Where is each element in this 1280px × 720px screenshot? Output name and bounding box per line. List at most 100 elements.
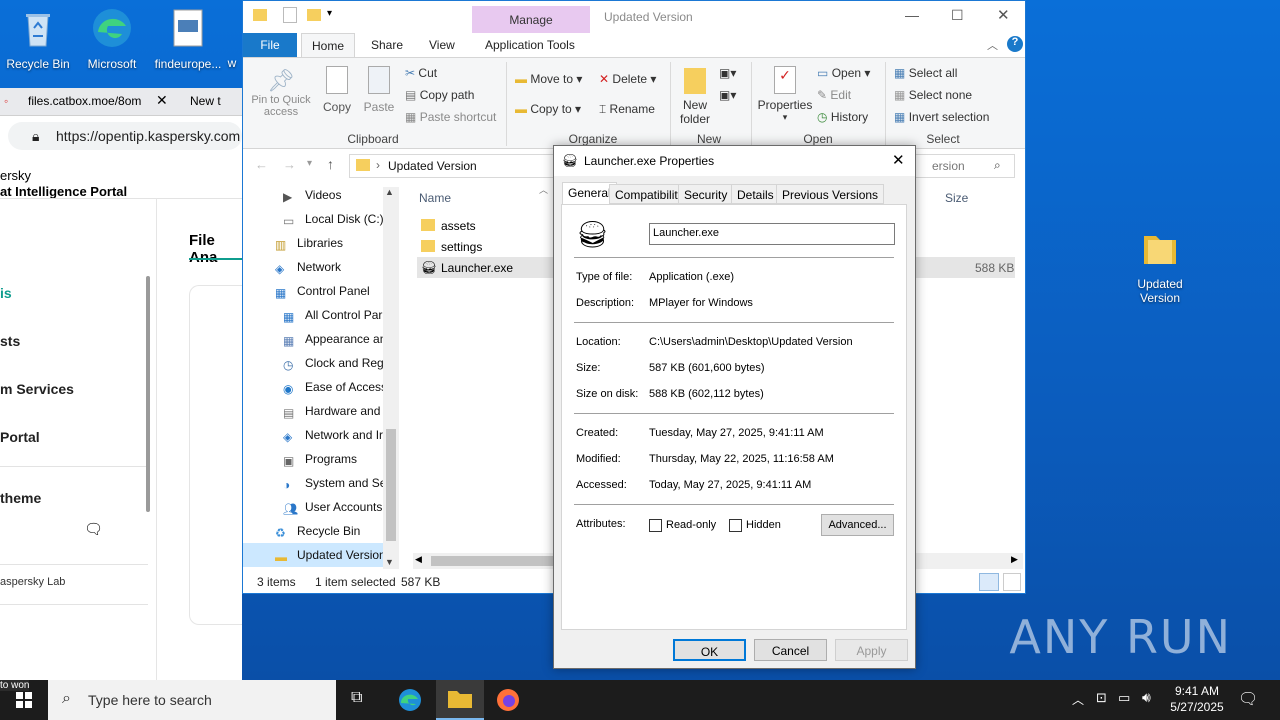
readonly-checkbox[interactable] bbox=[649, 519, 662, 532]
customize-quick-access-icon[interactable]: ▾ bbox=[327, 8, 332, 19]
nav-item[interactable]: ▦ All Control Par bbox=[243, 303, 383, 327]
scroll-thumb[interactable] bbox=[386, 429, 396, 541]
edit-button[interactable]: ✎ Edit bbox=[817, 88, 851, 102]
file-row[interactable]: settings bbox=[417, 236, 553, 257]
tab-view[interactable]: View bbox=[419, 33, 465, 57]
rename-button[interactable]: ⌶ Rename bbox=[599, 102, 655, 117]
pin-to-quick-access-button[interactable]: 📌︎ Pin to Quick access bbox=[251, 68, 311, 118]
paste-shortcut-button[interactable]: ▦ Paste shortcut bbox=[405, 110, 496, 124]
large-icons-view-icon[interactable] bbox=[1003, 573, 1021, 591]
clock[interactable]: 9:41 AM 5/27/2025 bbox=[1166, 684, 1228, 714]
tab-application-tools[interactable]: Application Tools bbox=[475, 33, 585, 57]
browser-tab-2[interactable]: New t bbox=[190, 94, 221, 108]
nav-item[interactable]: ▦ Appearance an bbox=[243, 327, 386, 351]
select-none-button[interactable]: ▦ Select none bbox=[894, 88, 972, 102]
invert-selection-button[interactable]: ▦ Invert selection bbox=[894, 110, 989, 124]
scroll-right-icon[interactable]: ▶ bbox=[1011, 554, 1018, 565]
copy-path-button[interactable]: ▤ Copy path bbox=[405, 88, 474, 102]
scroll-up-icon[interactable]: ▲ bbox=[385, 187, 394, 197]
network-icon[interactable]: ⊡ bbox=[1096, 690, 1107, 706]
column-header-name[interactable]: Name bbox=[419, 191, 451, 205]
nav-item[interactable]: ▣ Programs bbox=[243, 447, 383, 471]
tab-share[interactable]: Share bbox=[361, 33, 413, 57]
close-tab-icon[interactable]: ✕ bbox=[156, 92, 168, 109]
apply-button[interactable]: Apply bbox=[835, 639, 908, 661]
hidden-checkbox[interactable] bbox=[729, 519, 742, 532]
address-bar[interactable]: › Updated Version bbox=[349, 154, 559, 178]
delete-button[interactable]: ✕ Delete ▾ bbox=[599, 72, 656, 86]
nav-item[interactable]: ▭ Local Disk (C:) bbox=[243, 207, 384, 231]
taskbar-firefox[interactable] bbox=[484, 680, 532, 720]
ok-button[interactable]: OK bbox=[673, 639, 746, 661]
copy-button[interactable]: Copy bbox=[321, 66, 353, 114]
tab-security[interactable]: Security bbox=[678, 184, 734, 204]
show-hidden-icons[interactable]: ︿ bbox=[1072, 691, 1084, 708]
select-all-button[interactable]: ▦ Select all bbox=[894, 66, 957, 80]
nav-item[interactable]: 👥︎ User Accounts bbox=[243, 495, 383, 519]
open-button[interactable]: ▭ Open ▾ bbox=[817, 66, 870, 80]
tab-home[interactable]: Home bbox=[301, 33, 356, 57]
move-to-button[interactable]: ▬ Move to ▾ bbox=[515, 72, 582, 86]
nav-item[interactable]: ◑ System and Sec bbox=[243, 471, 392, 495]
nav-item[interactable]: ▶ Videos bbox=[243, 183, 383, 207]
cancel-button[interactable]: Cancel bbox=[754, 639, 827, 661]
properties-quick-icon[interactable] bbox=[283, 7, 297, 23]
browser-address-bar[interactable]: 🔒︎ https://opentip.kaspersky.com bbox=[8, 122, 242, 150]
monitor-icon[interactable]: ▭ bbox=[1118, 690, 1130, 706]
nav-item[interactable]: ▬ Updated Version bbox=[243, 543, 386, 567]
browser-tab-1[interactable]: files.catbox.moe/8om bbox=[28, 94, 141, 108]
desktop-icon-partial[interactable]: w bbox=[222, 56, 242, 70]
volume-icon[interactable]: 🔊︎ bbox=[1142, 689, 1151, 706]
chat-icon[interactable]: 🗨︎ bbox=[84, 520, 103, 538]
cut-button[interactable]: ✂ Cut bbox=[405, 66, 437, 80]
up-arrow-icon[interactable]: ↑ bbox=[327, 156, 334, 172]
desktop-icon-file[interactable]: findeurope... bbox=[150, 6, 226, 71]
close-button[interactable]: ✕ bbox=[997, 6, 1010, 24]
start-button[interactable] bbox=[0, 680, 48, 720]
tab-file[interactable]: File bbox=[243, 33, 297, 57]
recent-locations-icon[interactable]: ▾ bbox=[307, 158, 312, 169]
taskbar-explorer[interactable] bbox=[436, 680, 484, 720]
advanced-button[interactable]: Advanced... bbox=[821, 514, 894, 536]
desktop-icon-recycle-bin[interactable]: Recycle Bin bbox=[0, 6, 76, 71]
tab-details[interactable]: Details bbox=[731, 184, 780, 204]
new-folder-button[interactable]: New folder bbox=[679, 68, 711, 126]
history-button[interactable]: ◷ History bbox=[817, 110, 868, 124]
copy-to-button[interactable]: ▬ Copy to ▾ bbox=[515, 102, 581, 116]
nav-item[interactable]: ▥ Libraries bbox=[243, 231, 383, 255]
side-nav-item[interactable]: is bbox=[0, 285, 12, 301]
nav-item[interactable]: ◈ Network bbox=[243, 255, 383, 279]
taskbar-search[interactable]: ⌕ Type here to search bbox=[48, 680, 336, 720]
minimize-button[interactable]: — bbox=[905, 7, 919, 23]
side-nav-item[interactable]: Portal bbox=[0, 429, 40, 445]
file-row[interactable]: assets bbox=[417, 215, 553, 236]
help-icon[interactable]: ? bbox=[1007, 36, 1023, 52]
details-view-icon[interactable] bbox=[979, 573, 999, 591]
filename-input[interactable]: Launcher.exe bbox=[649, 223, 895, 245]
desktop-icon-updated-version[interactable]: Updated Version bbox=[1122, 226, 1198, 305]
nav-item[interactable]: ◉ Ease of Access bbox=[243, 375, 387, 399]
tab-manage[interactable]: Manage bbox=[472, 6, 590, 33]
nav-item[interactable]: ▤ Hardware and bbox=[243, 399, 383, 423]
new-folder-quick-icon[interactable] bbox=[307, 9, 321, 21]
easy-access-button[interactable]: ▣▾ bbox=[719, 88, 736, 102]
tab-previous-versions[interactable]: Previous Versions bbox=[776, 184, 885, 204]
new-item-button[interactable]: ▣▾ bbox=[719, 66, 736, 80]
paste-button[interactable]: Paste bbox=[363, 66, 395, 114]
close-button[interactable]: ✕ bbox=[892, 151, 905, 169]
column-header-size[interactable]: Size bbox=[945, 191, 968, 205]
task-view-button[interactable]: ⧉ bbox=[336, 680, 384, 720]
side-nav-item[interactable]: m Services bbox=[0, 381, 74, 397]
forward-arrow-icon[interactable]: → bbox=[283, 157, 296, 172]
nav-scrollbar[interactable]: ▲ ▼ bbox=[383, 187, 399, 569]
scrollbar[interactable] bbox=[146, 276, 150, 512]
side-nav-item[interactable]: sts bbox=[0, 333, 20, 349]
back-arrow-icon[interactable]: ← bbox=[255, 157, 268, 172]
collapse-ribbon-icon[interactable]: ︿ bbox=[987, 37, 998, 53]
properties-button[interactable]: ✓ Properties ▾ bbox=[757, 66, 813, 123]
side-nav-item[interactable]: theme bbox=[0, 490, 41, 506]
nav-item[interactable]: ♻ Recycle Bin bbox=[243, 519, 383, 543]
nav-item[interactable]: ▦ Control Panel bbox=[243, 279, 383, 303]
notifications-icon[interactable]: 🗨︎ bbox=[1238, 689, 1258, 709]
taskbar-edge[interactable] bbox=[386, 680, 434, 720]
